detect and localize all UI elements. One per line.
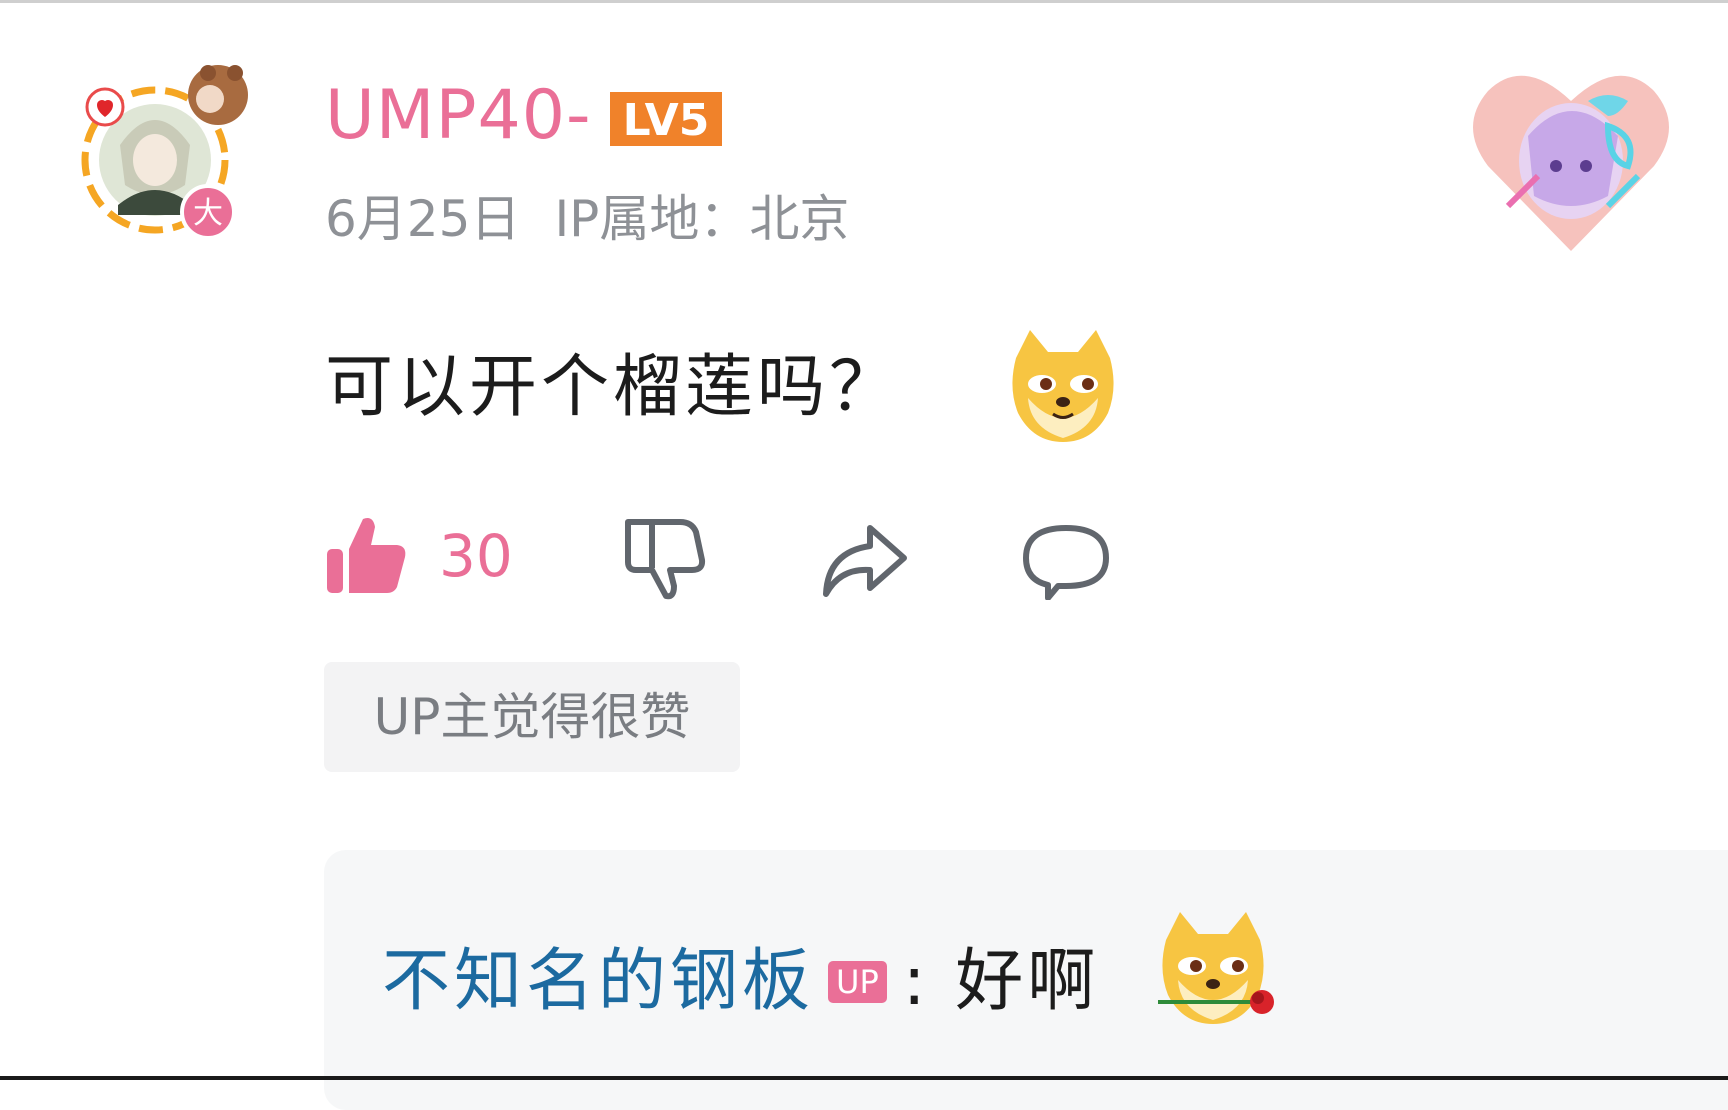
reply-content: 好啊 (955, 942, 1100, 1021)
up-badge: UP (828, 961, 887, 1003)
reply-separator: : (902, 942, 930, 1021)
username[interactable]: UMP40- (325, 76, 592, 156)
comment-meta: 6月25日 IP属地：北京 (325, 188, 849, 250)
like-button[interactable]: 30 (325, 515, 513, 597)
dislike-button[interactable] (622, 516, 706, 600)
reply-line: 不知名的钢板 UP : 好啊 (382, 940, 1099, 1024)
like-icon (327, 518, 406, 593)
share-button[interactable] (820, 522, 910, 598)
ip-location: IP属地：北京 (554, 190, 850, 248)
reply-author[interactable]: 不知名的钢板 (382, 940, 814, 1024)
comment-date: 6月25日 (325, 190, 521, 248)
level-badge: LV5 (610, 92, 722, 146)
doge-emoji-icon (1012, 330, 1114, 442)
avatar-badge-text: 大 (193, 196, 223, 231)
comment-text: 可以开个榴莲吗？ (325, 348, 902, 427)
level-text: LV5 (623, 95, 710, 146)
fan-decoration-heart-icon[interactable] (1468, 56, 1674, 256)
reply-button[interactable] (1022, 524, 1110, 600)
top-divider (0, 0, 1728, 3)
reply-icon (1023, 525, 1109, 600)
dislike-icon (625, 519, 706, 600)
up-liked-tag: UP主觉得很赞 (324, 662, 740, 772)
reply-text: : 好啊 (903, 940, 1100, 1024)
share-icon (823, 525, 907, 597)
doge-rose-emoji-icon (1158, 912, 1274, 1024)
user-avatar[interactable]: 大 (70, 55, 260, 255)
like-count: 30 (439, 522, 513, 590)
bottom-edge (0, 1076, 1728, 1080)
